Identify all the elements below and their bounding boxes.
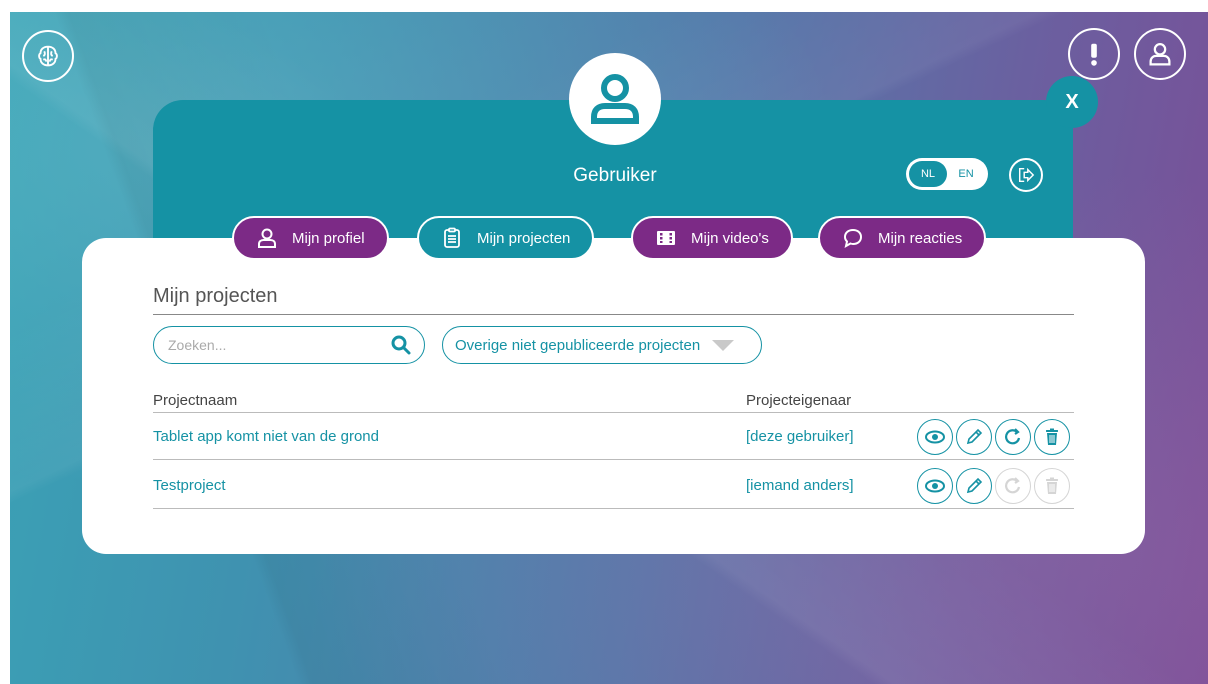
eye-icon <box>925 479 945 493</box>
filter-selected-value: Overige niet gepubliceerde projecten <box>455 336 701 354</box>
clipboard-icon <box>444 227 460 248</box>
tab-mijn-videos[interactable]: Mijn video's <box>631 216 793 260</box>
logout-icon <box>1018 167 1035 183</box>
column-header-projectnaam: Projectnaam <box>153 392 238 409</box>
table-header-divider <box>153 412 1074 413</box>
page-title: Mijn projecten <box>153 285 278 307</box>
logout-button[interactable] <box>1009 158 1043 192</box>
view-button[interactable] <box>917 419 953 455</box>
avatar <box>569 53 661 145</box>
language-option-nl[interactable]: NL <box>909 161 947 187</box>
search-input[interactable] <box>168 337 390 353</box>
tab-label: Mijn profiel <box>292 229 365 247</box>
film-icon <box>657 231 675 245</box>
refresh-owner-icon <box>1005 428 1021 445</box>
tab-mijn-projecten[interactable]: Mijn projecten <box>417 216 595 260</box>
project-name-link[interactable]: Tablet app komt niet van de grond <box>153 428 379 445</box>
language-toggle[interactable]: NL EN <box>906 158 988 190</box>
eye-icon <box>925 430 945 444</box>
edit-button[interactable] <box>956 468 992 504</box>
edit-button[interactable] <box>956 419 992 455</box>
trash-icon <box>1046 428 1058 445</box>
divider <box>153 314 1074 315</box>
project-owner-link[interactable]: [deze gebruiker] <box>746 428 854 445</box>
pencil-icon <box>966 428 983 445</box>
tab-mijn-reacties[interactable]: Mijn reacties <box>818 216 987 260</box>
language-option-en[interactable]: EN <box>947 161 985 187</box>
trash-icon <box>1046 477 1058 494</box>
pencil-icon <box>966 477 983 494</box>
tab-label: Mijn video's <box>691 229 769 247</box>
project-owner-link[interactable]: [iemand anders] <box>746 477 854 494</box>
column-header-projecteigenaar: Projecteigenaar <box>746 392 852 409</box>
tab-label: Mijn reacties <box>878 229 963 247</box>
view-button[interactable] <box>917 468 953 504</box>
close-button[interactable]: X <box>1046 76 1098 128</box>
alert-icon[interactable] <box>1068 28 1120 80</box>
delete-button-disabled <box>1034 468 1070 504</box>
chevron-down-icon <box>712 339 735 351</box>
search-box[interactable] <box>153 326 425 364</box>
row-actions <box>917 468 1070 504</box>
refresh-owner-icon <box>1005 477 1021 494</box>
delete-button[interactable] <box>1034 419 1070 455</box>
tab-label: Mijn projecten <box>477 229 571 247</box>
row-divider <box>153 459 1074 460</box>
search-icon[interactable] <box>390 334 412 356</box>
user-icon <box>258 228 276 248</box>
project-name-link[interactable]: Testproject <box>153 477 226 494</box>
username: Gebruiker <box>573 165 657 186</box>
comment-icon <box>843 228 863 248</box>
tab-mijn-profiel[interactable]: Mijn profiel <box>232 216 389 260</box>
account-icon[interactable] <box>1134 28 1186 80</box>
reassign-button[interactable] <box>995 419 1031 455</box>
brain-logo-icon[interactable] <box>22 30 74 82</box>
project-filter-dropdown[interactable]: Overige niet gepubliceerde projecten <box>442 326 762 364</box>
row-actions <box>917 419 1070 455</box>
reassign-button-disabled <box>995 468 1031 504</box>
row-divider <box>153 508 1074 509</box>
